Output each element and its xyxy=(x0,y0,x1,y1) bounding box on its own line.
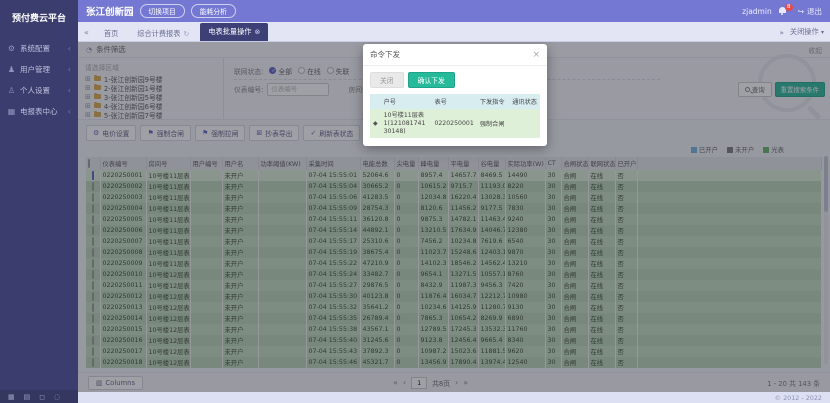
dispatch-meter: 0220250001 xyxy=(431,109,476,138)
copyright-text: © 2012 - 2022 xyxy=(775,394,822,402)
username[interactable]: zjadmin xyxy=(742,7,772,16)
col-status: 通讯状态 xyxy=(509,94,540,109)
dispatch-row[interactable]: ◆ 10号楼11层表 1(12108174130148) 0220250001 … xyxy=(370,109,540,138)
close-tab-icon[interactable]: ⊗ xyxy=(254,28,260,36)
switch-project-button[interactable]: 切换项目 xyxy=(140,4,185,18)
sidebar-item-label: 个人设置 xyxy=(20,85,50,96)
modal-close-button[interactable]: 关闭 xyxy=(370,72,404,88)
sidebar-footer: ▦ ▤ ◻ ◌ xyxy=(0,390,78,403)
grid-icon: ▦ xyxy=(7,107,16,116)
col-account: 户号 xyxy=(381,94,432,109)
chevron-left-icon: ‹ xyxy=(68,44,71,53)
app-window: 预付费云平台 ⚙ 系统配置 ‹ ♟ 用户管理 ‹ ♙ 个人设置 ‹ ▦ 电报表中… xyxy=(0,0,830,403)
tab-meter-batch-active[interactable]: 电表批量操作⊗ xyxy=(200,23,268,41)
copyright-bar: © 2012 - 2022 xyxy=(78,392,830,403)
expand-tabs-icon[interactable]: » xyxy=(780,28,784,37)
content-area: ◔ 条件筛选 收起 请选择区域 ⊞ 1-张江创新园9号楼 ⊞ xyxy=(78,42,830,392)
col-meter: 表号 xyxy=(431,94,476,109)
project-title: 张江创新园 xyxy=(86,4,134,18)
collapse-tabs-icon[interactable]: « xyxy=(84,28,89,37)
dispatch-account: 10号楼11层表 1(12108174130148) xyxy=(381,109,432,138)
logout-button[interactable]: ↪ 退出 xyxy=(798,6,822,17)
sidebar-item[interactable]: ⚙ 系统配置 ‹ xyxy=(0,38,78,59)
tab-bar: « 首页 综合计费报表↻ 电表批量操作⊗ » 关闭操作 ▾ xyxy=(78,22,830,42)
row-expand-icon[interactable]: ◆ xyxy=(373,120,378,127)
header-right: zjadmin 8 ↪ 退出 xyxy=(742,6,822,17)
sidebar-item-label: 电报表中心 xyxy=(20,106,58,117)
energy-analysis-button[interactable]: 能耗分析 xyxy=(191,4,236,18)
main-column: 张江创新园 切换项目 能耗分析 zjadmin 8 ↪ 退出 « 首页 xyxy=(78,0,830,403)
chevron-left-icon: ‹ xyxy=(68,107,71,116)
tab-home[interactable]: 首页 xyxy=(96,26,126,41)
notification-bell-icon[interactable]: 8 xyxy=(779,6,791,16)
sidebar-item-label: 用户管理 xyxy=(20,64,50,75)
col-command: 下发指令 xyxy=(477,94,509,109)
close-operations-dropdown[interactable]: 关闭操作 ▾ xyxy=(790,27,824,37)
command-dispatch-modal: 命令下发 × 关闭 确认下发 户号 表号 xyxy=(363,44,547,146)
person-icon: ♙ xyxy=(7,86,16,95)
modal-close-icon[interactable]: × xyxy=(532,51,540,59)
sidebar: 预付费云平台 ⚙ 系统配置 ‹ ♟ 用户管理 ‹ ♙ 个人设置 ‹ ▦ 电报表中… xyxy=(0,0,78,403)
modal-header: 命令下发 × xyxy=(363,44,547,66)
sidebar-menu: ⚙ 系统配置 ‹ ♟ 用户管理 ‹ ♙ 个人设置 ‹ ▦ 电报表中心 ‹ xyxy=(0,38,78,390)
dispatch-header-row: 户号 表号 下发指令 通讯状态 xyxy=(370,94,540,109)
tab-billing-report[interactable]: 综合计费报表↻ xyxy=(129,26,197,41)
sidebar-item[interactable]: ♙ 个人设置 ‹ xyxy=(0,80,78,101)
notification-badge: 8 xyxy=(785,4,793,11)
confirm-dispatch-button[interactable]: 确认下发 xyxy=(408,72,455,88)
top-header: 张江创新园 切换项目 能耗分析 zjadmin 8 ↪ 退出 xyxy=(78,0,830,22)
chevron-left-icon: ‹ xyxy=(68,65,71,74)
dispatch-status xyxy=(509,109,540,138)
chat-icon[interactable]: ◻ xyxy=(39,393,45,401)
grid-icon[interactable]: ▦ xyxy=(8,393,15,401)
tabbar-right: » 关闭操作 ▾ xyxy=(780,27,824,37)
user-icon: ♟ xyxy=(7,65,16,74)
logout-icon: ↪ xyxy=(798,7,804,16)
sidebar-item-label: 系统配置 xyxy=(20,43,50,54)
sidebar-item[interactable]: ♟ 用户管理 ‹ xyxy=(0,59,78,80)
dispatch-table: 户号 表号 下发指令 通讯状态 ◆ 10号楼11层表 1(12108174130… xyxy=(370,94,540,138)
sidebar-item[interactable]: ▦ 电报表中心 ‹ xyxy=(0,101,78,122)
modal-body: 关闭 确认下发 户号 表号 下发指令 通讯状态 xyxy=(363,66,547,146)
app-logo: 预付费云平台 xyxy=(0,0,78,38)
power-icon[interactable]: ◌ xyxy=(54,393,60,401)
dispatch-command: 强制合闸 xyxy=(477,109,509,138)
refresh-icon[interactable]: ↻ xyxy=(183,30,189,38)
chevron-left-icon: ‹ xyxy=(68,86,71,95)
modal-title: 命令下发 xyxy=(370,49,400,60)
monitor-icon[interactable]: ▤ xyxy=(24,393,31,401)
gear-icon: ⚙ xyxy=(7,44,16,53)
caret-down-icon: ▾ xyxy=(821,29,824,36)
